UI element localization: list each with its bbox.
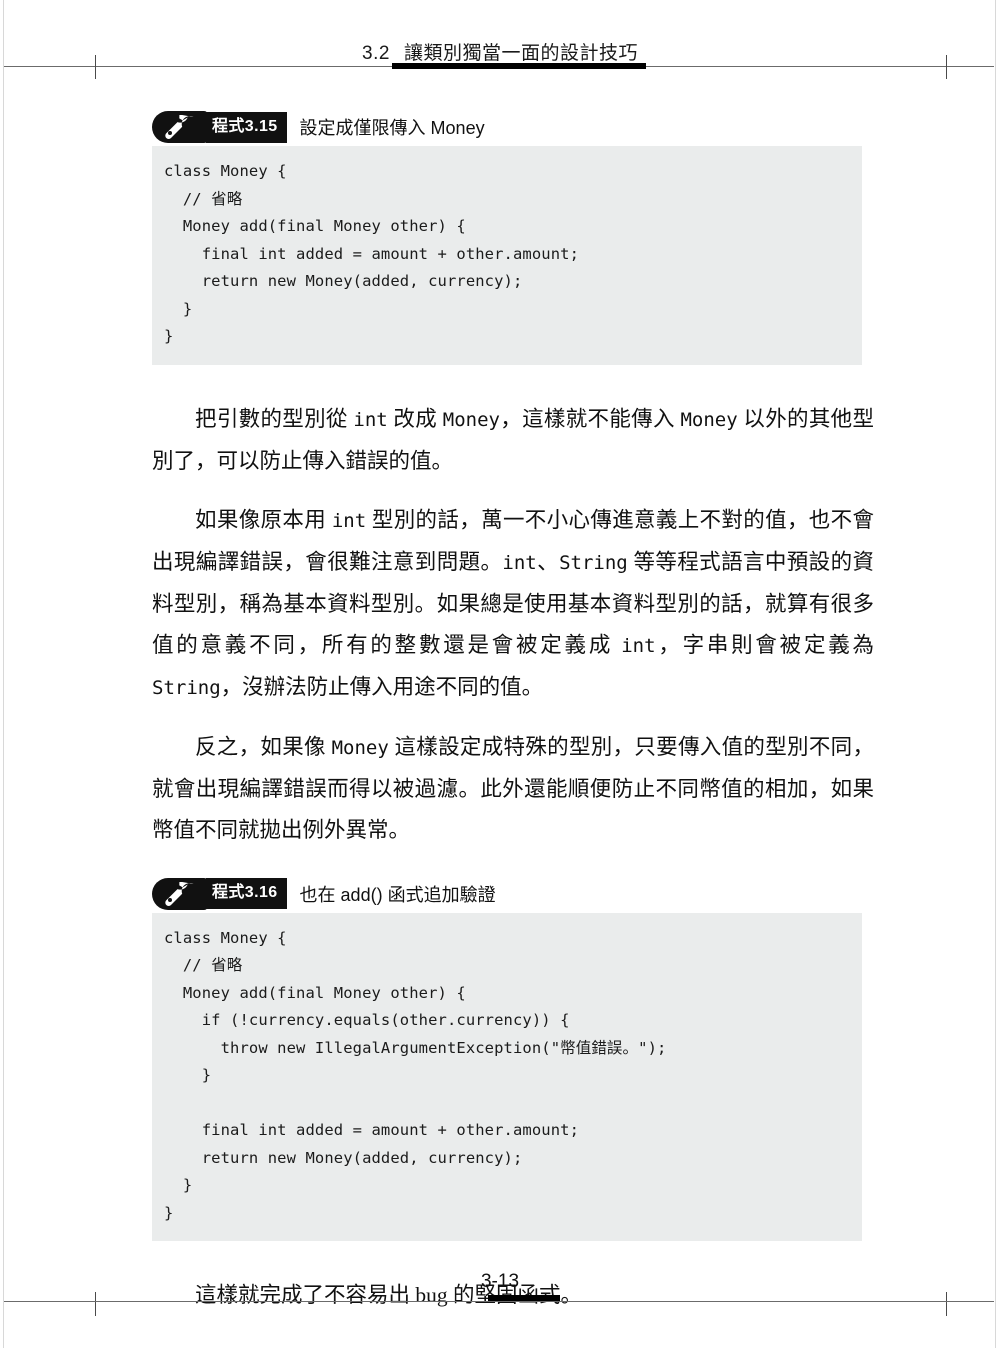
crop-mark-bottom-right bbox=[946, 1292, 947, 1316]
listing-caption-3-16: 程式3.16 也在 add() 函式追加驗證 bbox=[152, 877, 874, 911]
p2-code-4: int bbox=[621, 634, 656, 657]
wrench-icon bbox=[152, 877, 208, 910]
footer-rule-accent bbox=[488, 1295, 560, 1301]
p1-seg-b: 改成 bbox=[387, 406, 443, 431]
p2-seg-e: ，字串則會被定義為 bbox=[655, 632, 874, 657]
p2-seg-a: 如果像原本用 bbox=[195, 507, 332, 532]
paragraph-1: 把引數的型別從 int 改成 Money，這樣就不能傳入 Money 以外的其他… bbox=[152, 399, 874, 482]
page-content: 程式3.15 設定成僅限傳入 Money class Money { // 省略… bbox=[152, 110, 874, 1316]
p1-code-1: int bbox=[353, 408, 388, 431]
page-number: 3-13 bbox=[480, 1271, 520, 1292]
p1-seg-a: 把引數的型別從 bbox=[195, 406, 354, 431]
header-section-title: 讓類別獨當一面的設計技巧 bbox=[403, 43, 638, 64]
p2-seg-c: 、 bbox=[536, 549, 560, 574]
wrench-icon bbox=[152, 111, 208, 143]
listing-tag-3-15: 程式3.15 bbox=[206, 111, 287, 143]
listing-tag-3-16: 程式3.16 bbox=[206, 878, 287, 909]
p2-code-2: int bbox=[502, 551, 537, 574]
listing-caption-3-15: 程式3.15 設定成僅限傳入 Money bbox=[152, 110, 874, 144]
p2-code-1: int bbox=[331, 509, 367, 532]
p3-seg-a: 反之，如果像 bbox=[195, 734, 332, 759]
code-block-3-16: class Money { // 省略 Money add(final Mone… bbox=[152, 912, 862, 1241]
paragraph-2: 如果像原本用 int 型別的話，萬一不小心傳進意義上不對的值，也不會出現編譯錯誤… bbox=[152, 500, 874, 709]
p2-code-5: String bbox=[152, 676, 221, 699]
p2-seg-f: ，沒辦法防止傳入用途不同的值。 bbox=[220, 674, 544, 699]
p3-code-1: Money bbox=[331, 736, 389, 759]
listing-title-3-15: 設定成僅限傳入 Money bbox=[299, 118, 485, 138]
p1-code-2: Money bbox=[442, 408, 500, 431]
header-section-number: 3.2 bbox=[362, 43, 390, 64]
code-block-3-15: class Money { // 省略 Money add(final Mone… bbox=[152, 146, 862, 365]
p1-code-3: Money bbox=[680, 408, 738, 431]
paragraph-3: 反之，如果像 Money 這樣設定成特殊的型別，只要傳入值的型別不同，就會出現編… bbox=[152, 727, 874, 851]
p2-code-3: String bbox=[559, 551, 628, 574]
footer-rule bbox=[4, 1301, 994, 1302]
listing-title-3-16: 也在 add() 函式追加驗證 bbox=[299, 884, 496, 905]
p1-seg-c: ，這樣就不能傳入 bbox=[499, 406, 681, 431]
crop-mark-bottom-left bbox=[95, 1292, 96, 1316]
running-header: 3.2 讓類別獨當一面的設計技巧 bbox=[0, 38, 1000, 65]
